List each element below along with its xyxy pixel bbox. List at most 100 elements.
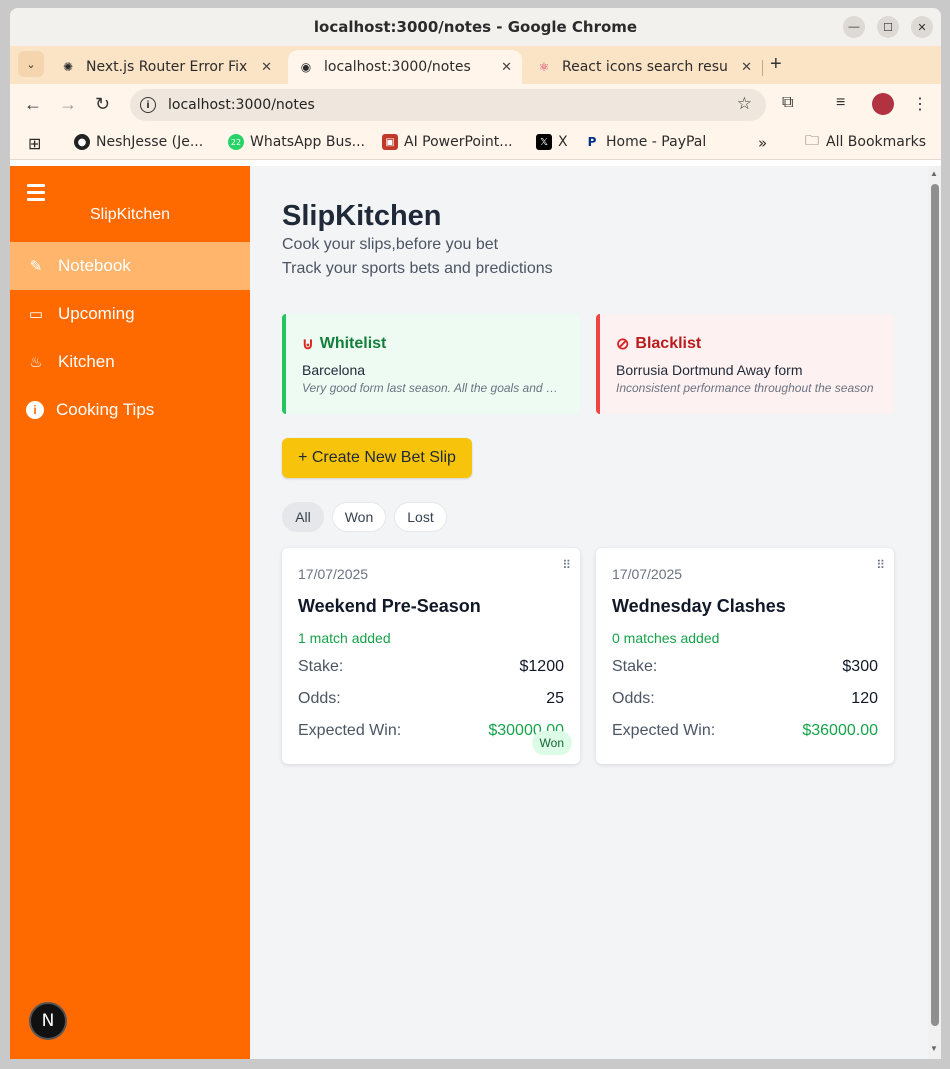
apps-grid-icon[interactable]: ⊞ xyxy=(28,134,41,153)
whitelist-card[interactable]: ⊍ Whitelist Barcelona Very good form las… xyxy=(282,314,580,414)
odds-label: Odds: xyxy=(612,690,655,707)
drag-handle-icon[interactable]: ⠿ xyxy=(562,558,571,572)
stake-value: $1200 xyxy=(519,658,565,675)
browser-window: localhost:3000/notes - Google Chrome — ☐… xyxy=(10,8,941,1059)
slip-matches: 0 matches added xyxy=(612,630,720,646)
slip-odds-row: Odds: 120 xyxy=(612,690,878,708)
bookmarks-overflow-icon[interactable]: » xyxy=(758,134,767,152)
sidebar: SlipKitchen ✎ Notebook ▭ Upcoming ♨ Kitc… xyxy=(10,166,250,1059)
slip-stake-row: Stake: $1200 xyxy=(298,658,564,676)
scroll-up-icon[interactable]: ▲ xyxy=(930,169,938,178)
close-tab-icon[interactable]: ✕ xyxy=(261,60,272,75)
all-bookmarks-button[interactable]: 🗀 All Bookmarks xyxy=(804,133,926,150)
scrollbar-thumb[interactable] xyxy=(931,184,939,1026)
sidebar-item-label: Cooking Tips xyxy=(56,400,155,419)
info-icon: i xyxy=(26,401,44,419)
page-title: SlipKitchen xyxy=(282,200,442,232)
forward-icon[interactable]: → xyxy=(59,94,77,115)
sidebar-item-label: Notebook xyxy=(58,256,131,275)
new-tab-icon[interactable]: + xyxy=(770,53,782,76)
bookmark-label: X xyxy=(558,134,568,150)
bookmark-whatsapp[interactable]: 22 WhatsApp Bus... xyxy=(228,134,365,150)
blacklist-title: Blacklist xyxy=(635,335,702,352)
slip-odds-row: Odds: 25 xyxy=(298,690,564,708)
slip-title: Wednesday Clashes xyxy=(612,596,786,616)
paypal-icon: P xyxy=(587,135,597,149)
bookmark-github[interactable]: ● NeshJesse (Je... xyxy=(74,134,203,150)
bookmark-label: AI PowerPoint... xyxy=(404,134,513,150)
github-icon: ● xyxy=(74,134,90,150)
minimize-icon[interactable]: — xyxy=(843,16,865,38)
bookmark-paypal[interactable]: P Home - PayPal xyxy=(584,134,707,150)
expected-win-value: $36000.00 xyxy=(802,722,878,739)
bookmark-label: NeshJesse (Je... xyxy=(96,134,204,150)
odds-value: 25 xyxy=(546,690,564,707)
blacklist-card[interactable]: ⊘ Blacklist Borrusia Dortmund Away form … xyxy=(596,314,894,414)
scroll-down-icon[interactable]: ▼ xyxy=(930,1044,938,1053)
kitchen-favicon: ◉ xyxy=(300,60,312,74)
slip-date: 17/07/2025 xyxy=(298,566,369,582)
tab-label: localhost:3000/notes xyxy=(324,59,471,75)
filter-won[interactable]: Won xyxy=(332,502,386,532)
sidebar-item-label: Upcoming xyxy=(58,304,135,323)
sidebar-item-cooking-tips[interactable]: i Cooking Tips xyxy=(10,386,250,434)
expected-win-label: Expected Win: xyxy=(298,722,402,739)
vertical-scrollbar[interactable]: ▲ ▼ xyxy=(928,166,941,1059)
drag-handle-icon[interactable]: ⠿ xyxy=(876,558,885,572)
folder-icon: 🗀 xyxy=(805,133,819,149)
slip-date: 17/07/2025 xyxy=(612,566,683,582)
filter-all[interactable]: All xyxy=(282,502,324,532)
close-tab-icon[interactable]: ✕ xyxy=(741,60,752,75)
react-icon: ⚛ xyxy=(538,60,550,74)
media-controls-icon[interactable]: ≡ xyxy=(836,94,845,112)
tab-search-chevron-icon[interactable]: ⌄ xyxy=(18,51,44,77)
sidebar-item-upcoming[interactable]: ▭ Upcoming xyxy=(10,290,250,338)
blacklist-note: Inconsistent performance throughout the … xyxy=(616,381,874,395)
bookmark-star-icon[interactable]: ☆ xyxy=(737,94,752,114)
extensions-icon[interactable]: ⧉ xyxy=(782,94,793,112)
status-badge: Won xyxy=(531,731,572,755)
whatsapp-icon: 22 xyxy=(228,134,244,150)
slip-title: Weekend Pre-Season xyxy=(298,596,481,616)
whitelist-heading: ⊍ Whitelist xyxy=(302,334,386,354)
address-bar[interactable]: i localhost:3000/notes ☆ xyxy=(130,89,766,121)
ticket-icon: ▭ xyxy=(28,306,44,323)
main-content: SlipKitchen Cook your slips,before you b… xyxy=(250,166,928,1059)
menu-kebab-icon[interactable]: ⋮ xyxy=(912,94,928,114)
bookmark-x[interactable]: 𝕏 X xyxy=(536,134,568,150)
slip-stake-row: Stake: $300 xyxy=(612,658,878,676)
site-info-icon[interactable]: i xyxy=(140,97,156,113)
bookmark-powerpoint[interactable]: ▣ AI PowerPoint... xyxy=(382,134,513,150)
notebook-icon: ✎ xyxy=(29,258,43,275)
reload-icon[interactable]: ↻ xyxy=(95,94,110,115)
whitelist-note: Very good form last season. All the goal… xyxy=(302,381,564,395)
back-icon[interactable]: ← xyxy=(24,94,42,115)
tab-strip: ⌄ ✺ Next.js Router Error Fix ✕ ◉ localho… xyxy=(10,46,941,84)
tab-localhost[interactable]: ◉ localhost:3000/notes ✕ xyxy=(288,50,522,84)
close-icon[interactable]: ✕ xyxy=(911,16,933,38)
sidebar-item-kitchen[interactable]: ♨ Kitchen xyxy=(10,338,250,386)
page-description: Track your sports bets and predictions xyxy=(282,260,553,277)
app-viewport: SlipKitchen ✎ Notebook ▭ Upcoming ♨ Kitc… xyxy=(10,166,941,1059)
blacklist-team: Borrusia Dortmund Away form xyxy=(616,362,803,378)
maximize-icon[interactable]: ☐ xyxy=(877,16,899,38)
url-text[interactable]: localhost:3000/notes xyxy=(168,97,315,113)
create-bet-slip-button[interactable]: + Create New Bet Slip xyxy=(282,438,472,478)
expected-win-label: Expected Win: xyxy=(612,722,716,739)
tab-nextjs[interactable]: ✺ Next.js Router Error Fix ✕ xyxy=(50,50,282,84)
whitelist-title: Whitelist xyxy=(319,335,387,352)
sidebar-item-notebook[interactable]: ✎ Notebook xyxy=(10,242,250,290)
hamburger-menu-icon[interactable] xyxy=(27,184,45,205)
blacklist-heading: ⊘ Blacklist xyxy=(616,334,701,354)
browser-toolbar: ← → ↻ i localhost:3000/notes ☆ ⧉ ≡ ⋮ xyxy=(10,84,941,126)
profile-avatar[interactable] xyxy=(872,93,894,115)
bet-slip-card[interactable]: ⠿ 17/07/2025 Weekend Pre-Season 1 match … xyxy=(282,548,580,764)
sidebar-brand: SlipKitchen xyxy=(89,206,171,223)
close-tab-icon[interactable]: ✕ xyxy=(501,60,512,75)
odds-label: Odds: xyxy=(298,690,341,707)
filter-lost[interactable]: Lost xyxy=(394,502,447,532)
nextjs-dev-badge[interactable]: N xyxy=(29,1002,67,1040)
bet-slip-card[interactable]: ⠿ 17/07/2025 Wednesday Clashes 0 matches… xyxy=(596,548,894,764)
tab-react-icons[interactable]: ⚛ React icons search results ✕ xyxy=(526,50,762,84)
bookmarks-bar: ⊞ ● NeshJesse (Je... 22 WhatsApp Bus... … xyxy=(10,126,941,160)
